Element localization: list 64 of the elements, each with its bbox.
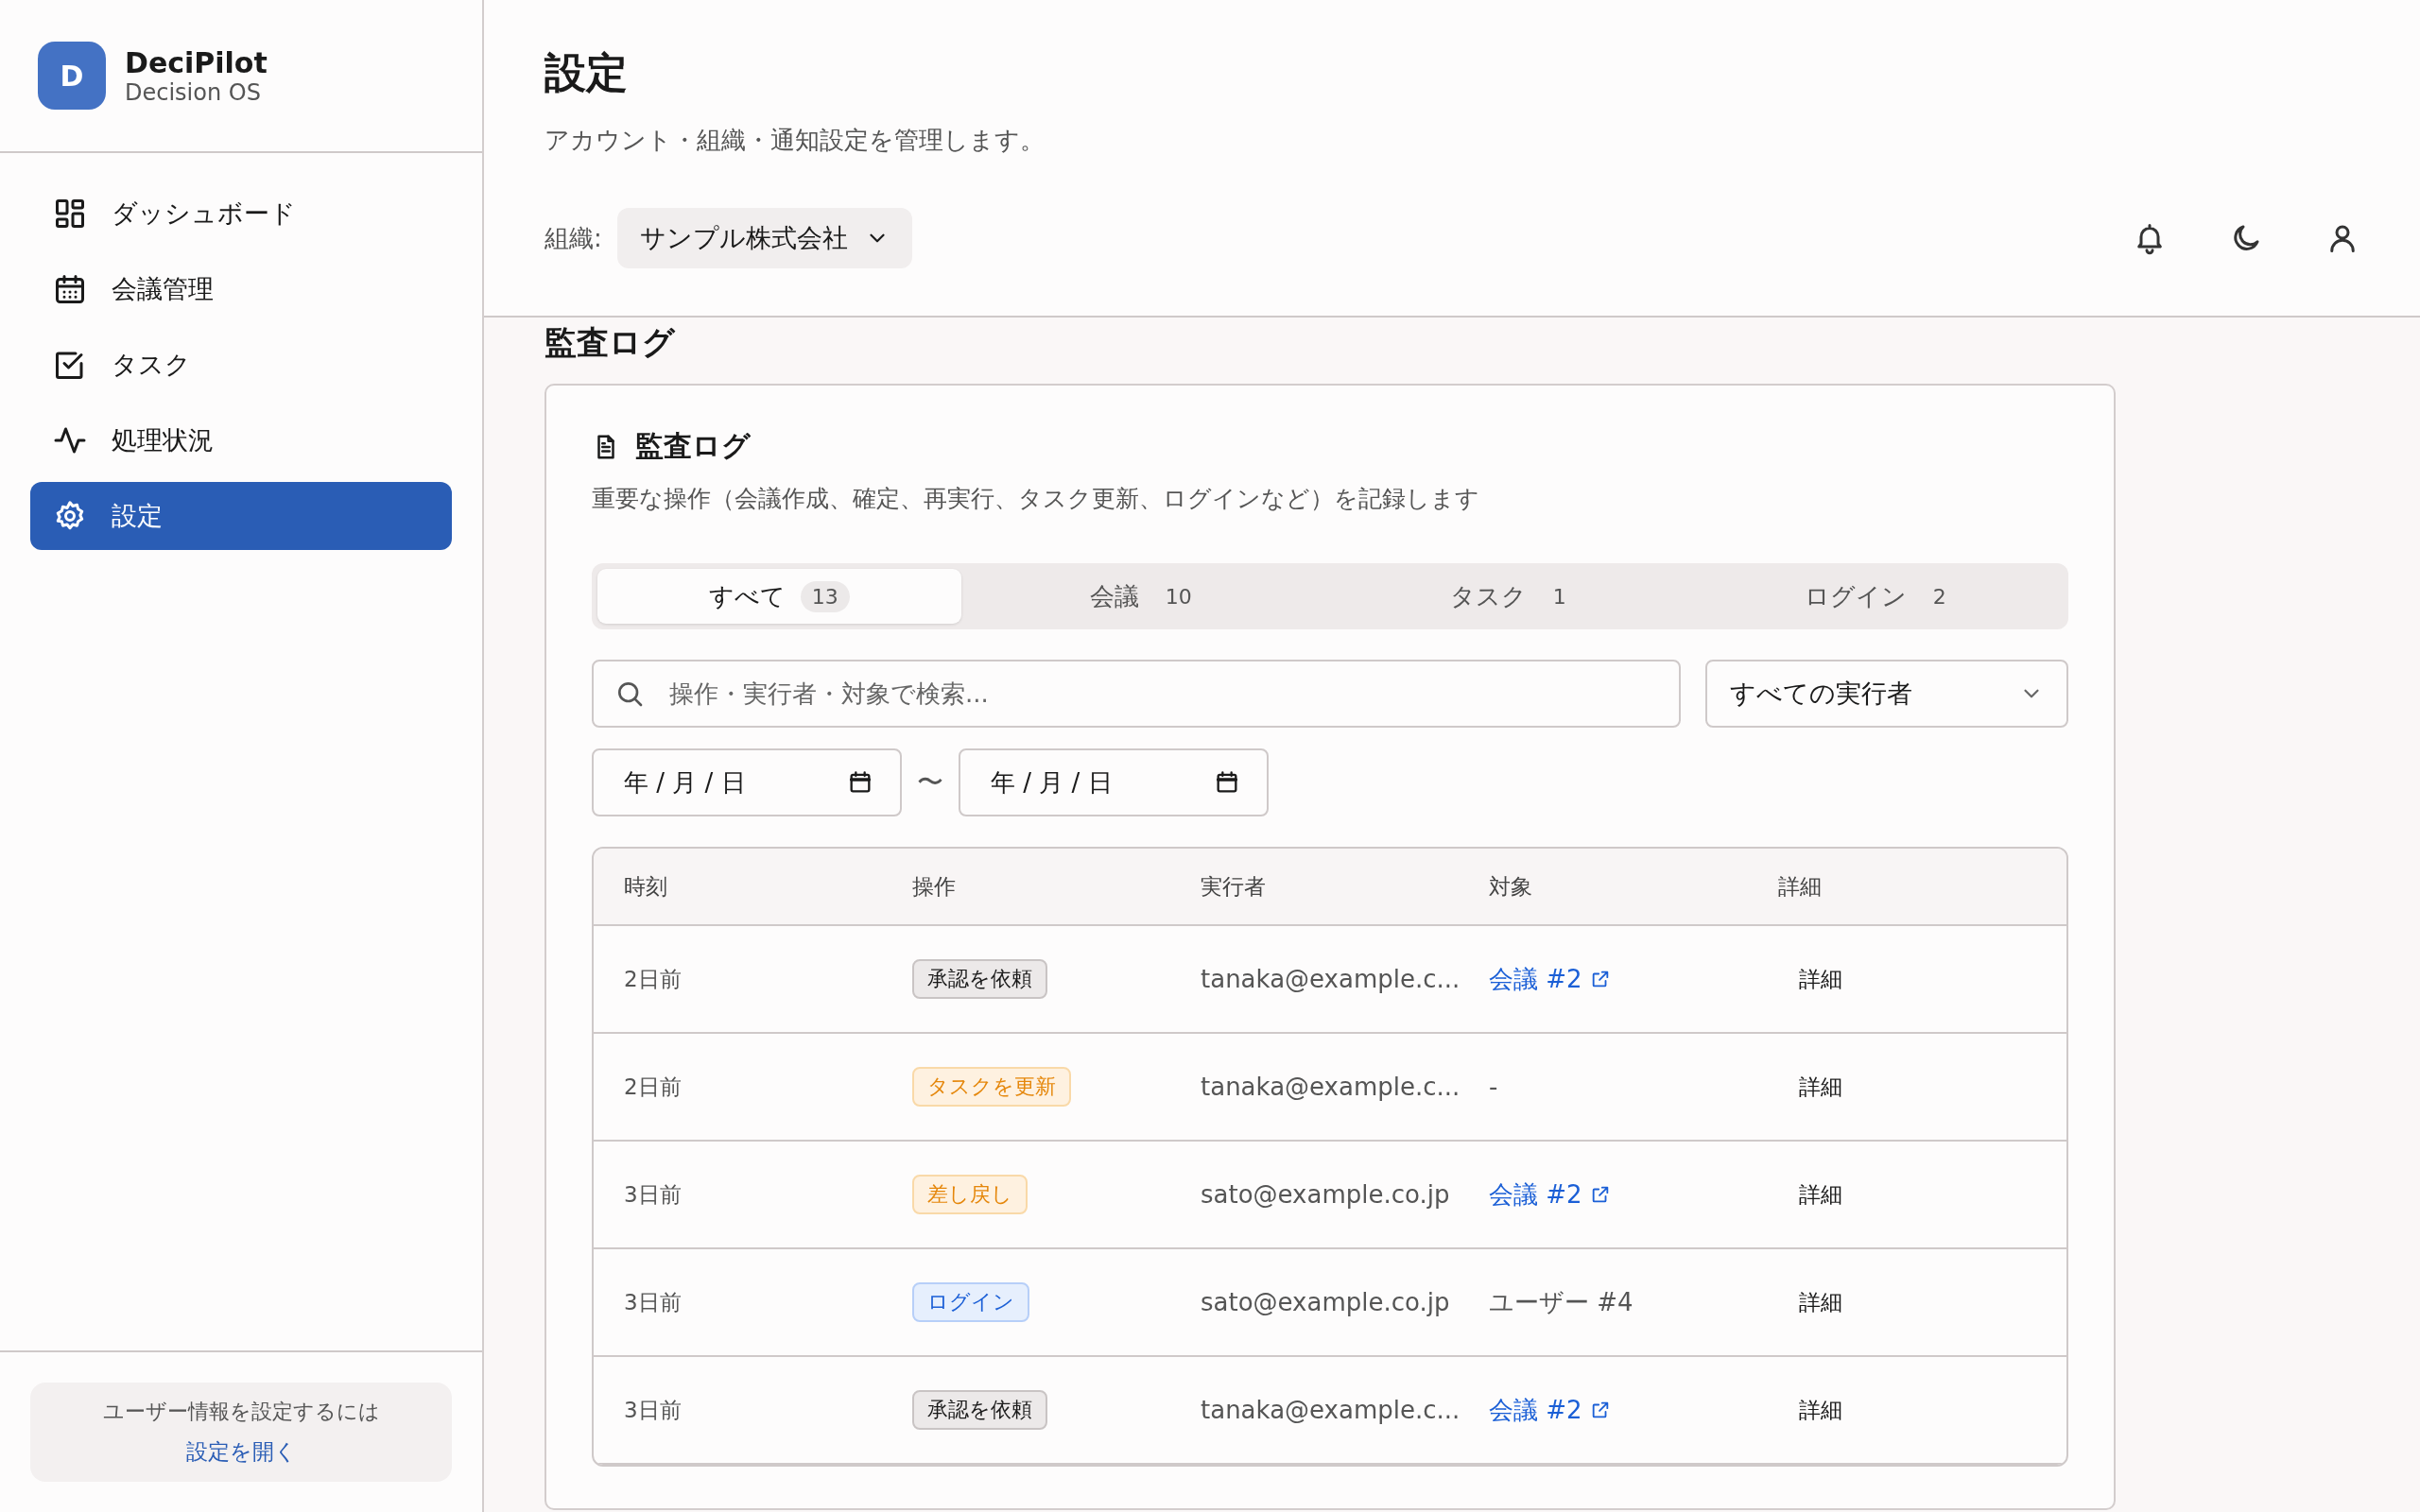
nav-item[interactable]: タスク [30,331,452,399]
logo: D [38,42,106,110]
detail-button[interactable]: 詳細 [1778,1174,1863,1215]
table-cell-text: 2日前 [623,965,683,993]
nav-item[interactable]: 会議管理 [30,255,452,323]
filter-tab[interactable]: すべて 13 [597,569,961,624]
search-field[interactable]: 操作・実行者・対象で検索... [592,660,1681,728]
filter-tab[interactable]: ログイン 2 [1699,569,2063,624]
table-cell-text: sato@example.co.jp [1200,1180,1451,1209]
filter-tab[interactable]: 会議 10 [964,569,1328,624]
table-cell: - [1489,1073,1498,1101]
nav-item[interactable]: 設定 [30,482,452,550]
page-subtitle: アカウント・組織・通知設定を管理します。 [544,125,1046,156]
action-tag: 承認を依頼 [912,959,1047,999]
action-tag: ログイン [912,1282,1029,1322]
hint-text: ユーザー情報を設定するには [102,1399,380,1425]
tab-count: 10 [1164,583,1193,610]
app-name: DeciPilot [125,45,268,79]
org-label: 組織: [544,222,602,254]
action-tag: 承認を依頼 [912,1390,1047,1430]
start-date-field[interactable]: 年 / 月 / 日 [592,748,902,816]
target-link[interactable]: 会議 #2 [1489,1393,1611,1427]
calendar-icon[interactable] [847,769,873,796]
nav-item[interactable]: 処理状況 [30,406,452,474]
nav-item[interactable]: ダッシュボード [30,180,452,248]
column-header: 詳細 [1777,872,1823,901]
column-header: 操作 [911,872,957,901]
grid-icon [53,197,87,231]
section-title: 監査ログ [544,322,677,363]
card-title: 監査ログ [635,428,751,464]
range-separator: 〜 [917,765,943,799]
app-subtitle: Decision OS [125,78,262,106]
target-link[interactable]: 会議 #2 [1489,1177,1611,1211]
action-tag: タスクを更新 [912,1067,1071,1107]
target-link[interactable]: 会議 #2 [1489,962,1611,996]
end-date-field[interactable]: 年 / 月 / 日 [959,748,1269,816]
column-header: 実行者 [1200,872,1267,901]
detail-button[interactable]: 詳細 [1778,1281,1863,1323]
org-select[interactable]: サンプル株式会社 [616,208,912,268]
table-cell-text: ユーザー #4 [1489,1286,1634,1318]
detail-button[interactable]: 詳細 [1778,1066,1863,1108]
detail-button[interactable]: 詳細 [1778,1389,1863,1431]
actor-select[interactable]: すべての実行者 [1705,660,2068,728]
page-title: 設定 [544,47,629,98]
table-cell-text: tanaka@example.c... [1200,965,1459,993]
table-cell-text: 3日前 [623,1180,683,1209]
tab-count: 2 [1931,583,1947,610]
calendar-icon [53,272,87,306]
filter-tab[interactable]: タスク 1 [1332,569,1696,624]
calendar-icon[interactable] [1214,769,1240,796]
tab-count: 13 [800,580,850,612]
table-cell-text: 2日前 [623,1073,683,1101]
table-cell-text: 3日前 [623,1396,683,1424]
column-header: 対象 [1488,872,1533,901]
tab-count: 1 [1551,583,1567,610]
action-tag: 差し戻し [912,1175,1028,1214]
table-cell-text: tanaka@example.c... [1200,1073,1459,1101]
table-cell-text: 3日前 [623,1288,683,1316]
column-header: 時刻 [623,872,668,901]
table-cell-text: sato@example.co.jp [1200,1288,1451,1316]
card-description: 重要な操作（会議作成、確定、再実行、タスク更新、ログインなど）を記録します [592,484,1480,514]
table-cell-text: tanaka@example.c... [1200,1396,1459,1424]
open-settings-link[interactable]: 設定を開く [185,1437,297,1467]
detail-button[interactable]: 詳細 [1778,958,1863,1000]
